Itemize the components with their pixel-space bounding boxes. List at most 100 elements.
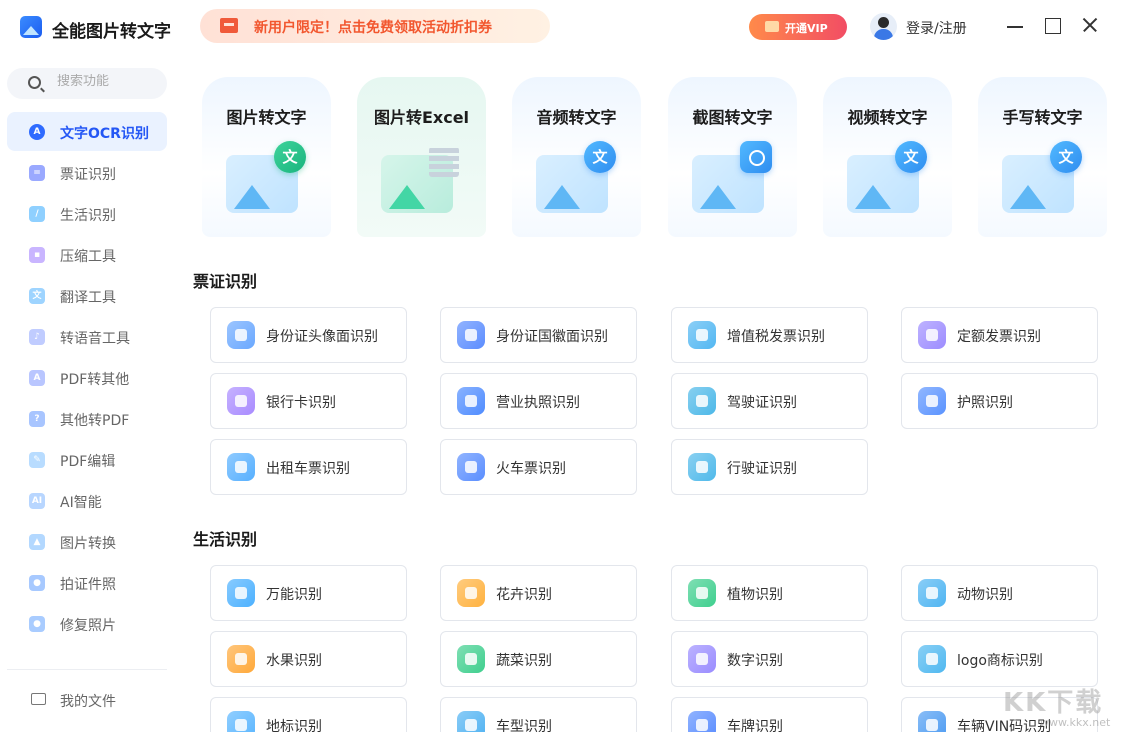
tool-tile[interactable]: 植物识别 (671, 565, 868, 621)
sidebar-item-9[interactable]: AI AI智能 (7, 481, 167, 520)
sidebar-divider (7, 669, 167, 670)
login-link[interactable]: 登录/注册 (906, 18, 967, 38)
tool-tile[interactable]: 增值税发票识别 (671, 307, 868, 363)
tool-tile[interactable]: 护照识别 (901, 373, 1098, 429)
tool-tile[interactable]: 数字识别 (671, 631, 868, 687)
minimize-icon[interactable] (1005, 15, 1025, 35)
tool-tile[interactable]: 身份证头像面识别 (210, 307, 407, 363)
sidebar-item-icon: ● (29, 575, 45, 591)
tool-tile[interactable]: 动物识别 (901, 565, 1098, 621)
spreadsheet-icon (429, 147, 459, 177)
search-input[interactable] (57, 74, 157, 89)
feature-card-3[interactable]: 截图转文字 (668, 77, 797, 237)
sidebar-item-icon: / (29, 206, 45, 222)
maximize-icon[interactable] (1042, 15, 1062, 35)
tool-icon (688, 387, 716, 415)
text-badge-icon: 文 (895, 141, 927, 173)
tool-icon (918, 645, 946, 673)
sidebar-item-label: AI智能 (60, 492, 102, 512)
feature-card-0[interactable]: 图片转文字文 (202, 77, 331, 237)
tool-label: 水果识别 (266, 650, 322, 670)
folder-icon (31, 693, 46, 705)
tool-tile[interactable]: 蔬菜识别 (440, 631, 637, 687)
tool-icon (227, 711, 255, 732)
text-badge-icon: 文 (584, 141, 616, 173)
avatar[interactable] (870, 13, 897, 40)
tool-label: 万能识别 (266, 584, 322, 604)
sidebar-item-6[interactable]: APDF转其他 (7, 358, 167, 397)
my-files-button[interactable]: 我的文件 (7, 681, 167, 717)
sidebar-item-icon: ● (29, 616, 45, 632)
app-title: 全能图片转文字 (52, 17, 171, 42)
sidebar-item-10[interactable]: ▲ 图片转换 (7, 522, 167, 561)
tool-tile[interactable]: logo商标识别 (901, 631, 1098, 687)
vip-label: 开通VIP (785, 20, 828, 36)
tool-label: 地标识别 (266, 716, 322, 732)
search-box[interactable] (7, 68, 167, 99)
tool-tile[interactable]: 营业执照识别 (440, 373, 637, 429)
sidebar-item-7[interactable]: ?其他转PDF (7, 399, 167, 438)
tool-label: 数字识别 (727, 650, 783, 670)
tool-label: 车型识别 (496, 716, 552, 732)
tool-label: 驾驶证识别 (727, 392, 797, 412)
tool-icon (457, 645, 485, 673)
feature-title: 音频转文字 (512, 104, 641, 128)
sidebar-item-0[interactable]: A文字OCR识别 (7, 112, 167, 151)
tool-tile[interactable]: 行驶证识别 (671, 439, 868, 495)
tool-label: 增值税发票识别 (727, 326, 825, 346)
tool-label: 护照识别 (957, 392, 1013, 412)
sidebar-item-icon: ▲ (29, 534, 45, 550)
tool-tile[interactable]: 车型识别 (440, 697, 637, 732)
tool-icon (457, 711, 485, 732)
tool-label: logo商标识别 (957, 650, 1043, 670)
watermark-url: www.kkx.net (1040, 716, 1110, 729)
sidebar-item-4[interactable]: 文翻译工具 (7, 276, 167, 315)
sidebar-item-label: 图片转换 (60, 533, 116, 553)
tool-tile[interactable]: 银行卡识别 (210, 373, 407, 429)
sidebar-item-icon: A (29, 370, 45, 386)
feature-title: 视频转文字 (823, 104, 952, 128)
tool-label: 蔬菜识别 (496, 650, 552, 670)
feature-title: 截图转文字 (668, 104, 797, 128)
feature-card-1[interactable]: 图片转Excel (357, 77, 486, 237)
title-bar: 全能图片转文字 新用户限定！点击免费领取活动折扣券 开通VIP 登录/注册 (0, 0, 1121, 56)
tool-label: 营业执照识别 (496, 392, 580, 412)
tool-label: 车牌识别 (727, 716, 783, 732)
sidebar-item-5[interactable]: ♪转语音工具 (7, 317, 167, 356)
close-icon[interactable] (1080, 15, 1100, 35)
tool-tile[interactable]: 地标识别 (210, 697, 407, 732)
sidebar-item-icon: ? (29, 411, 45, 427)
vip-button[interactable]: 开通VIP (749, 14, 847, 40)
sidebar-item-1[interactable]: =票证识别 (7, 153, 167, 192)
tool-tile[interactable]: 出租车票识别 (210, 439, 407, 495)
sidebar-item-3[interactable]: ▪压缩工具 (7, 235, 167, 274)
tool-tile[interactable]: 定额发票识别 (901, 307, 1098, 363)
tool-tile[interactable]: 身份证国徽面识别 (440, 307, 637, 363)
sidebar-item-2[interactable]: /生活识别 (7, 194, 167, 233)
tool-tile[interactable]: 火车票识别 (440, 439, 637, 495)
tool-label: 银行卡识别 (266, 392, 336, 412)
feature-card-2[interactable]: 音频转文字文 (512, 77, 641, 237)
sidebar-item-12[interactable]: ●修复照片 (7, 604, 167, 643)
sidebar-item-icon: AI (29, 493, 45, 509)
search-icon (28, 76, 41, 89)
feature-card-4[interactable]: 视频转文字文 (823, 77, 952, 237)
tool-icon (918, 387, 946, 415)
tool-icon (688, 711, 716, 732)
sidebar-item-label: 拍证件照 (60, 574, 116, 594)
tool-tile[interactable]: 花卉识别 (440, 565, 637, 621)
sidebar-item-label: PDF编辑 (60, 451, 115, 471)
tool-tile[interactable]: 万能识别 (210, 565, 407, 621)
section-title: 生活识别 (193, 526, 257, 550)
sidebar-item-11[interactable]: ● 拍证件照 (7, 563, 167, 602)
tool-label: 出租车票识别 (266, 458, 350, 478)
tool-tile[interactable]: 车牌识别 (671, 697, 868, 732)
sidebar-item-icon: ✎ (29, 452, 45, 468)
sidebar-item-8[interactable]: ✎ PDF编辑 (7, 440, 167, 479)
tool-tile[interactable]: 水果识别 (210, 631, 407, 687)
feature-title: 图片转Excel (357, 104, 486, 128)
promo-banner[interactable]: 新用户限定！点击免费领取活动折扣券 (200, 9, 550, 43)
feature-card-5[interactable]: 手写转文字文 (978, 77, 1107, 237)
feature-title: 图片转文字 (202, 104, 331, 128)
tool-tile[interactable]: 驾驶证识别 (671, 373, 868, 429)
